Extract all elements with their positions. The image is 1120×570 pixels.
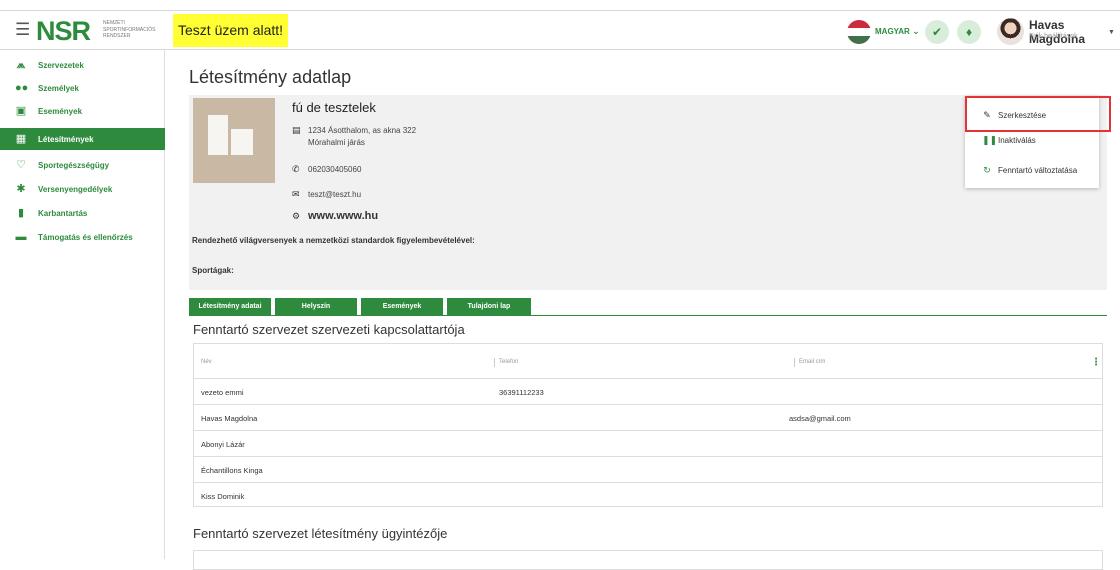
sidebar-item-letesitmenyek[interactable]: ▦ Létesítmények	[0, 128, 165, 150]
test-mode-banner: Teszt üzem alatt!	[173, 14, 289, 47]
globe-icon: ⚙	[292, 211, 301, 221]
phone-icon: ✆	[292, 164, 300, 174]
email-icon: ✉	[292, 189, 300, 199]
sidebar-item-label: Versenyengedélyek	[38, 185, 113, 194]
cell-phone: 36391112233	[499, 388, 544, 397]
cell-name: Kiss Dominik	[201, 492, 245, 501]
highlight-box	[965, 96, 1111, 132]
account-settings-link[interactable]: Fiók beállítások	[1029, 33, 1078, 40]
org-icon: ⩕	[16, 59, 26, 71]
world-events-label: Rendezhető világversenyek a nemzetközi s…	[192, 236, 475, 245]
column-separator	[794, 358, 795, 367]
sidebar-item-label: Szervezetek	[38, 61, 84, 70]
sports-label: Sportágak:	[192, 266, 234, 275]
website-link[interactable]: www.www.hu	[308, 210, 378, 222]
change-maintainer-menu-item[interactable]: ↻ Fenntartó változtatása	[965, 158, 1099, 182]
facility-address: ▤ 1234 Ásotthalom, as akna 322	[292, 124, 416, 137]
calendar-icon: ▣	[15, 105, 27, 117]
cell-name: Abonyi Lázár	[201, 440, 245, 449]
table-options-icon[interactable]: ⋮	[1091, 357, 1101, 368]
cell-name: Havas Magdolna	[201, 414, 258, 423]
table-row[interactable]: vezeto emmi 36391112233	[194, 378, 1102, 404]
contacts-section-title: Fenntartó szervezet szervezeti kapcsolat…	[193, 322, 465, 337]
table-row[interactable]: Havas Magdolna asdsa@gmail.com	[194, 404, 1102, 430]
sidebar-item-label: Események	[38, 107, 83, 116]
tab-esemenyek[interactable]: Események	[361, 298, 443, 315]
tab-tulajdoni-lap[interactable]: Tulajdoni lap	[447, 298, 531, 315]
column-header-name[interactable]: Név	[201, 359, 212, 365]
sidebar-item-label: Személyek	[38, 84, 79, 93]
column-header-email[interactable]: Email cím	[799, 359, 825, 365]
facility-website: ⚙ www.www.hu	[292, 210, 378, 223]
chevron-down-icon: ⌄	[912, 26, 920, 36]
table-row[interactable]: Abonyi Lázár	[194, 430, 1102, 456]
address-card-icon: ▤	[292, 125, 301, 135]
sidebar-item-szemelyek[interactable]: ●● Személyek	[0, 77, 165, 99]
building-icon: ▦	[15, 133, 27, 145]
sidebar-item-esemenyek[interactable]: ▣ Események	[0, 100, 165, 122]
facility-placeholder-image	[193, 98, 275, 183]
clipboard-icon: ▮	[17, 207, 25, 219]
sidebar-item-label: Karbantartás	[38, 209, 88, 218]
building-icon	[208, 115, 228, 155]
column-separator	[494, 358, 495, 367]
tab-letesitmeny-adatai[interactable]: Létesítmény adatai	[189, 298, 271, 315]
facility-email: ✉ teszt@teszt.hu	[292, 188, 361, 201]
cell-email: asdsa@gmail.com	[789, 414, 851, 423]
notification-bell-icon[interactable]: ♦	[957, 20, 981, 44]
refresh-icon: ↻	[983, 165, 991, 175]
tasks-check-icon[interactable]: ✔	[925, 20, 949, 44]
table-row[interactable]: Échantillons Kinga	[194, 456, 1102, 482]
sidebar-item-label: Létesítmények	[38, 135, 94, 144]
avatar[interactable]	[997, 18, 1024, 45]
building-icon	[231, 129, 253, 155]
hungarian-flag-icon[interactable]	[847, 20, 871, 44]
cell-name: vezeto emmi	[201, 388, 244, 397]
menu-item-label: Inaktiválás	[998, 136, 1036, 145]
tabs-divider	[189, 315, 1107, 316]
email-value: teszt@teszt.hu	[308, 190, 362, 199]
address-line1: 1234 Ásotthalom, as akna 322	[308, 126, 417, 135]
hamburger-menu-icon[interactable]: ☰	[15, 21, 30, 38]
briefcase-icon: ▬	[15, 231, 27, 243]
facility-name: fú de tesztelek	[292, 100, 376, 115]
table-row[interactable]: Kiss Dominik	[194, 482, 1102, 508]
sidebar-item-karbantartas[interactable]: ▮ Karbantartás	[0, 202, 165, 224]
sidebar-item-tamogatas[interactable]: ▬ Támogatás és ellenőrzés	[0, 226, 165, 248]
address-line2: Mórahalmi járás	[308, 138, 365, 147]
sidebar-item-versenyengedelyek[interactable]: ✱ Versenyengedélyek	[0, 178, 165, 200]
pause-icon: ❚❚	[982, 135, 998, 145]
admin-section-title: Fenntartó szervezet létesítmény ügyintéz…	[193, 526, 448, 541]
people-icon: ●●	[15, 82, 29, 94]
sidebar-item-label: Sportegészségügy	[38, 161, 110, 170]
sidebar: ⩕ Szervezetek ●● Személyek ▣ Események ▦…	[0, 50, 165, 559]
sidebar-item-label: Támogatás és ellenőrzés	[38, 233, 133, 242]
sidebar-item-sportegeszsegugy[interactable]: ♡ Sportegészségügy	[0, 154, 165, 176]
page-title: Létesítmény adatlap	[189, 67, 352, 87]
facility-phone: ✆ 062030405060	[292, 163, 361, 176]
logo-subtitle: NEMZETI SPORTINFORMÁCIÓS RENDSZER	[103, 20, 156, 39]
top-bar: ☰ NSR NEMZETI SPORTINFORMÁCIÓS RENDSZER …	[0, 10, 1120, 50]
language-selector[interactable]: MAGYAR ⌄	[875, 26, 920, 37]
sidebar-item-szervezetek[interactable]: ⩕ Szervezetek	[0, 54, 165, 76]
user-name[interactable]: Havas Magdolna	[1029, 18, 1120, 46]
user-menu-caret-icon[interactable]: ▼	[1108, 29, 1115, 36]
runner-icon: ✱	[16, 183, 26, 195]
admin-table	[193, 550, 1103, 570]
heart-icon: ♡	[16, 159, 26, 171]
logo[interactable]: NSR	[36, 17, 91, 45]
tab-helyszin[interactable]: Helyszín	[275, 298, 357, 315]
language-label: MAGYAR	[875, 27, 910, 36]
column-header-phone[interactable]: Telefon	[499, 359, 518, 365]
phone-value: 062030405060	[308, 165, 362, 174]
cell-name: Échantillons Kinga	[201, 466, 263, 475]
menu-item-label: Fenntartó változtatása	[998, 166, 1078, 175]
contacts-table: Név Telefon Email cím ⋮ vezeto emmi 3639…	[193, 343, 1103, 507]
